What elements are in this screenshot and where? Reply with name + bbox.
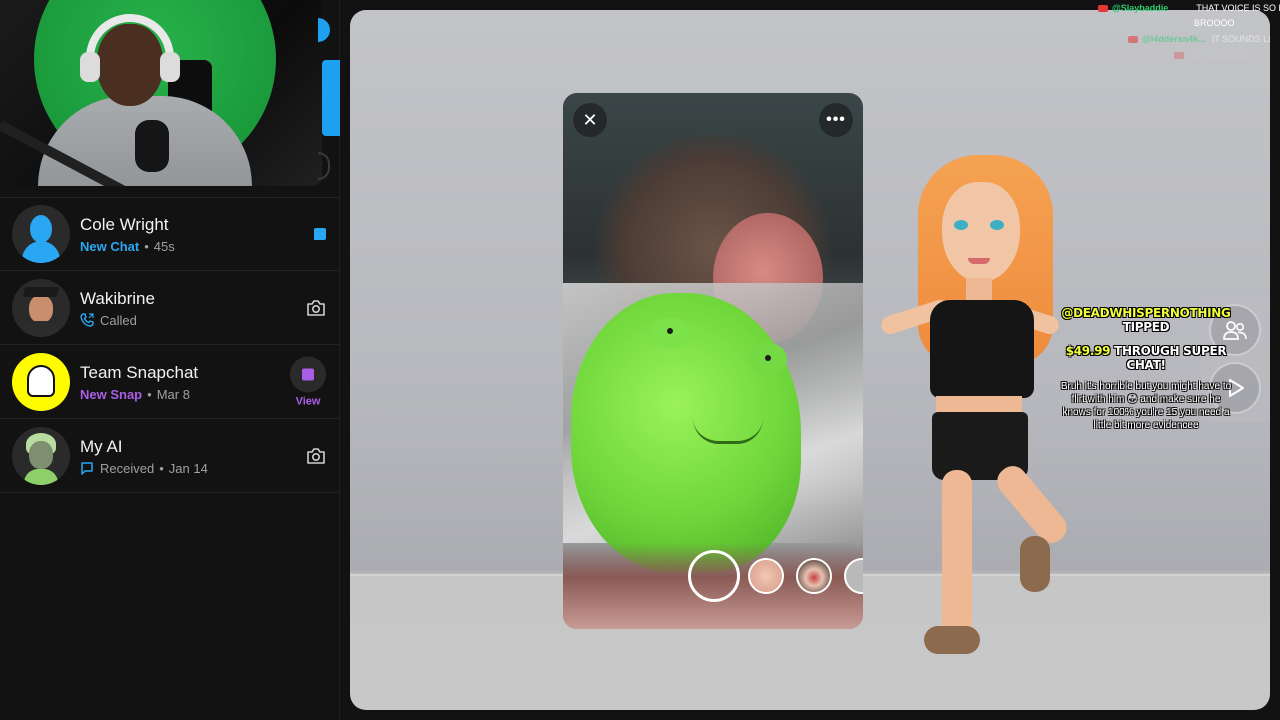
sidebar-accent-ring	[318, 152, 330, 180]
separator-dot: •	[147, 386, 152, 402]
view-snap-button[interactable]: View	[290, 356, 326, 407]
chat-row-my-ai[interactable]: My AI Received • Jan 14	[0, 419, 340, 493]
superchat-tipped: TIPPED	[1122, 320, 1170, 334]
streamer-webcam-overlay	[0, 0, 322, 186]
view-label: View	[295, 395, 321, 407]
separator-dot: •	[144, 239, 149, 254]
sidebar-accent-strip	[322, 60, 340, 136]
chat-username: @l4ddersn4k...	[1142, 34, 1206, 44]
chat-list: Cole Wright New Chat • 45s Wakibrine Cal…	[0, 197, 340, 493]
chat-row-cole-wright[interactable]: Cole Wright New Chat • 45s	[0, 197, 340, 271]
chat-username: @Theyluvvvb...	[1188, 50, 1254, 60]
sidebar-accent-dot	[318, 18, 330, 42]
avatar-snapchat-ghost	[12, 352, 70, 411]
chat-status: New Snap	[80, 386, 143, 402]
phone-icon	[80, 313, 94, 327]
chat-status: New Chat	[80, 239, 140, 254]
avatar-my-ai	[12, 426, 70, 485]
lens-thumbnail[interactable]	[748, 558, 784, 594]
superchat-amount: $49.99	[1065, 344, 1111, 358]
camera-reply-button[interactable]	[306, 299, 326, 317]
chat-time: 45s	[153, 239, 175, 254]
chat-name: Wakibrine	[80, 288, 155, 308]
more-options-button[interactable]: •••	[819, 103, 853, 137]
close-button[interactable]: ✕	[573, 103, 607, 137]
app-root: Cole Wright New Chat • 45s Wakibrine Cal…	[0, 0, 1280, 720]
chat-name: Cole Wright	[80, 215, 169, 234]
superchat-through: THROUGH SUPER CHAT!	[1114, 344, 1227, 372]
youtube-icon	[1174, 51, 1184, 59]
avatar-bitmoji	[12, 278, 70, 337]
chat-time: Jan 14	[168, 460, 208, 476]
snap-square-icon	[290, 356, 326, 392]
separator-dot: •	[159, 460, 164, 476]
youtube-icon	[1128, 35, 1138, 43]
live-chat-message: @Theyluvvvb...	[1174, 50, 1254, 60]
youtube-icon	[1098, 4, 1108, 12]
bitmoji-avatar	[870, 150, 1090, 670]
chat-action-button[interactable]	[314, 228, 326, 240]
chat-text: THAT VOICE IS SO B	[1196, 3, 1280, 13]
superchat-overlay: @DEADWHISPERNOTHING TIPPED $49.99 THROUG…	[1060, 306, 1232, 432]
camera-reply-button[interactable]	[306, 447, 326, 465]
chat-name: Team Snapchat	[80, 362, 199, 382]
chat-status: Called	[100, 312, 137, 328]
superchat-message: Bruh it's horrible but you might have to…	[1060, 381, 1232, 431]
lens-thumbnail[interactable]	[796, 558, 832, 594]
sidebar: Cole Wright New Chat • 45s Wakibrine Cal…	[0, 0, 340, 720]
chat-name: My AI	[80, 436, 123, 456]
chat-username: @Slaybaddie	[1112, 3, 1169, 13]
capture-button[interactable]	[688, 550, 740, 602]
live-chat-message: @l4ddersn4k... IT SOUNDS LI	[1128, 34, 1271, 44]
chat-outline-icon	[81, 462, 93, 475]
camera-icon	[307, 447, 325, 464]
chat-bubble-icon	[314, 228, 326, 240]
avatar-default	[12, 205, 70, 263]
chat-row-team-snapchat[interactable]: Team Snapchat New Snap • Mar 8 View	[0, 345, 340, 419]
camera-icon	[307, 299, 325, 316]
chat-time: Mar 8	[156, 386, 190, 402]
chat-row-wakibrine[interactable]: Wakibrine Called	[0, 271, 340, 345]
live-chat-message: @Slaybaddie THAT VOICE IS SO B	[1098, 3, 1280, 13]
live-chat-message: BROOOO	[1188, 18, 1235, 28]
story-viewer[interactable]: ✕ •••	[563, 93, 863, 629]
chat-status: Received	[100, 460, 155, 476]
chat-text: BROOOO	[1194, 18, 1235, 28]
superchat-user: @DEADWHISPERNOTHING	[1061, 306, 1231, 320]
chat-text: IT SOUNDS LI	[1211, 34, 1271, 44]
